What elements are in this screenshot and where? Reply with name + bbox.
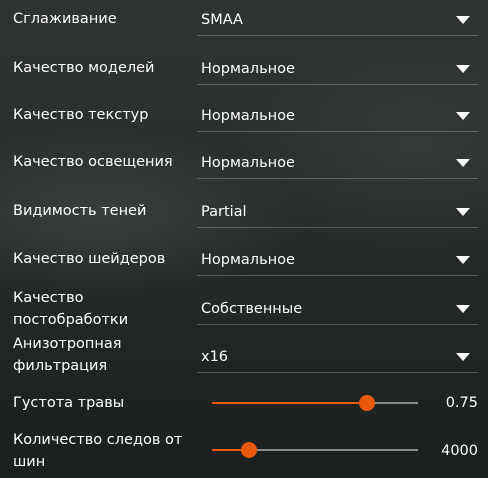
setting-row-tire-tracks: Количество следов от шин 4000 (0, 429, 488, 473)
setting-row-texture-quality: Качество текстур Нормальное (0, 102, 488, 132)
slider-fill (212, 402, 367, 404)
setting-row-shadow-visibility: Видимость теней Partial (0, 198, 488, 228)
grass-density-value: 0.75 (445, 395, 478, 411)
model-quality-dropdown[interactable]: Нормальное (197, 55, 478, 85)
setting-row-lighting-quality: Качество освещения Нормальное (0, 149, 488, 179)
chevron-down-icon (456, 112, 470, 120)
divider (197, 35, 478, 36)
lighting-quality-value: Нормальное (201, 155, 295, 171)
setting-row-anisotropic-filtering: Анизотропная фильтрация x16 (0, 333, 488, 377)
chevron-down-icon (456, 256, 470, 264)
antialiasing-dropdown[interactable]: SMAA (197, 6, 478, 36)
divider (197, 84, 478, 85)
setting-row-shader-quality: Качество шейдеров Нормальное (0, 246, 488, 276)
chevron-down-icon (456, 16, 470, 24)
anisotropic-filtering-value: x16 (201, 349, 229, 365)
tire-tracks-value: 4000 (441, 443, 478, 459)
divider (197, 131, 478, 132)
grass-density-slider[interactable] (212, 393, 418, 413)
model-quality-label: Качество моделей (13, 60, 155, 76)
shadow-visibility-label: Видимость теней (13, 203, 147, 219)
tire-tracks-label: Количество следов от шин (13, 432, 183, 470)
postprocess-quality-label: Качество постобработки (13, 290, 129, 328)
model-quality-value: Нормальное (201, 61, 295, 77)
grass-density-label: Густота травы (13, 395, 125, 411)
divider (197, 178, 478, 179)
shadow-visibility-value: Partial (201, 204, 247, 220)
shadow-visibility-dropdown[interactable]: Partial (197, 198, 478, 228)
postprocess-quality-dropdown[interactable]: Собственные (197, 295, 478, 325)
texture-quality-value: Нормальное (201, 108, 295, 124)
tire-tracks-slider[interactable] (212, 440, 418, 460)
postprocess-quality-value: Собственные (201, 301, 303, 317)
setting-row-model-quality: Качество моделей Нормальное (0, 55, 488, 85)
divider (197, 372, 478, 373)
antialiasing-label: Сглаживание (13, 11, 117, 27)
lighting-quality-label: Качество освещения (13, 154, 173, 170)
shader-quality-label: Качество шейдеров (13, 251, 166, 267)
divider (197, 324, 478, 325)
anisotropic-filtering-dropdown[interactable]: x16 (197, 343, 478, 373)
antialiasing-value: SMAA (201, 12, 243, 28)
divider (197, 227, 478, 228)
slider-thumb[interactable] (241, 442, 258, 458)
chevron-down-icon (456, 208, 470, 216)
chevron-down-icon (456, 65, 470, 73)
anisotropic-filtering-label: Анизотропная фильтрация (13, 336, 122, 374)
chevron-down-icon (456, 159, 470, 167)
chevron-down-icon (456, 353, 470, 361)
chevron-down-icon (456, 305, 470, 313)
setting-row-postprocess-quality: Качество постобработки Собственные (0, 287, 488, 331)
lighting-quality-dropdown[interactable]: Нормальное (197, 149, 478, 179)
slider-thumb[interactable] (358, 395, 375, 411)
setting-row-antialiasing: Сглаживание SMAA (0, 6, 488, 36)
shader-quality-dropdown[interactable]: Нормальное (197, 246, 478, 276)
setting-row-grass-density: Густота травы 0.75 (0, 392, 488, 416)
divider (197, 275, 478, 276)
shader-quality-value: Нормальное (201, 252, 295, 268)
texture-quality-dropdown[interactable]: Нормальное (197, 102, 478, 132)
texture-quality-label: Качество текстур (13, 107, 149, 123)
